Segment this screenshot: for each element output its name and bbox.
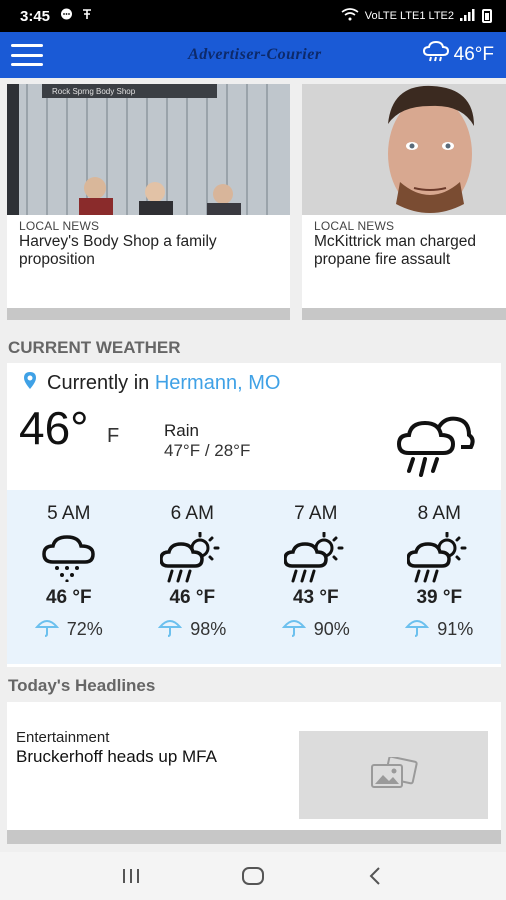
network-indicators: VoLTE LTE1 LTE2 <box>364 10 454 22</box>
current-temp: 46° <box>19 402 89 454</box>
location-line[interactable]: Currently in Hermann, MO <box>23 371 280 396</box>
headline-title[interactable]: Bruckerhoff heads up MFA <box>16 747 217 767</box>
sun-rain-cloud-icon <box>131 529 255 587</box>
location-city-link[interactable]: Hermann, MO <box>155 372 281 394</box>
hourly-forecast[interactable]: 5 AM 46 °F 72% 6 AM 46 °F 98% 7 AM 43 °F… <box>7 490 501 664</box>
headline-card[interactable]: Entertainment Bruckerhoff heads up MFA <box>7 702 501 830</box>
hour-time: 7 AM <box>294 503 338 524</box>
location-pin-icon <box>23 371 37 396</box>
currently-in-label: Currently in <box>47 372 150 394</box>
recent-apps-button[interactable] <box>111 856 151 896</box>
umbrella-icon <box>281 617 306 642</box>
story-card[interactable]: LOCAL NEWS McKittrick man charged propan… <box>302 84 506 320</box>
hour-temp: 46 °F <box>169 587 216 608</box>
image-placeholder-icon <box>369 755 419 794</box>
menu-icon[interactable] <box>11 44 43 66</box>
current-temp-unit: F <box>107 425 120 447</box>
hourly-item[interactable]: 6 AM 46 °F 98% <box>131 490 255 664</box>
headline-footer-bar <box>7 830 501 844</box>
status-time: 3:45 <box>20 7 51 25</box>
cloud-rain-icon <box>422 40 449 69</box>
app-bar: Advertiser-Courier 46°F <box>0 32 506 78</box>
weather-card[interactable]: Currently in Hermann, MO 46° F Rain 47°F… <box>7 363 501 667</box>
current-condition: Rain 47°F / 28°F <box>164 421 250 461</box>
hour-time: 5 AM <box>47 503 91 524</box>
story-title[interactable]: Harvey's Body Shop a family <box>19 233 278 251</box>
battery-icon <box>482 9 492 23</box>
shop-sign-text: Rock Sprng Body Shop <box>52 87 136 96</box>
top-stories-carousel[interactable]: Rock Sprng Body Shop LOCAL NEWS Harvey's… <box>0 84 506 320</box>
sun-rain-cloud-icon <box>254 529 378 587</box>
hour-time: 8 AM <box>417 503 461 524</box>
story-footer-bar <box>302 308 506 320</box>
rain-cloud-icon <box>7 529 131 587</box>
story-category: LOCAL NEWS <box>19 219 100 233</box>
chat-icon <box>60 8 73 24</box>
app-bar-temp: 46°F <box>453 44 494 65</box>
system-nav-bar <box>0 852 506 900</box>
story-category: LOCAL NEWS <box>314 219 395 233</box>
hi-lo-temp: 47°F / 28°F <box>164 441 251 460</box>
story-title-cont[interactable]: proposition <box>19 251 278 269</box>
headline-category: Entertainment <box>16 729 110 746</box>
sun-rain-cloud-icon <box>378 529 502 587</box>
back-button[interactable] <box>355 856 395 896</box>
hour-precip: 91% <box>378 617 502 642</box>
hourly-item[interactable]: 7 AM 43 °F 90% <box>254 490 378 664</box>
hour-temp: 39 °F <box>416 587 463 608</box>
signal-icon <box>460 8 476 24</box>
story-title-cont[interactable]: propane fire assault <box>314 251 506 269</box>
current-weather-heading: CURRENT WEATHER <box>8 338 181 357</box>
story-card[interactable]: Rock Sprng Body Shop LOCAL NEWS Harvey's… <box>7 84 290 320</box>
hourly-item[interactable]: 5 AM 46 °F 72% <box>7 490 131 664</box>
status-bar: 3:45 VoLTE LTE1 LTE2 <box>0 0 506 32</box>
headlines-heading: Today's Headlines <box>8 676 156 695</box>
condition-text: Rain <box>164 421 199 440</box>
masthead-logo[interactable]: Advertiser-Courier <box>43 46 423 64</box>
image-placeholder <box>299 731 488 819</box>
umbrella-icon <box>405 617 430 642</box>
hour-temp: 46 °F <box>45 587 92 608</box>
home-button[interactable] <box>233 856 273 896</box>
story-image: Rock Sprng Body Shop <box>7 84 290 215</box>
story-image <box>302 84 506 215</box>
story-title[interactable]: McKittrick man charged <box>314 233 506 251</box>
story-footer-bar <box>7 308 290 320</box>
nav-icon <box>81 8 93 24</box>
hour-precip: 90% <box>254 617 378 642</box>
hour-precip: 72% <box>7 617 131 642</box>
hour-time: 6 AM <box>170 503 214 524</box>
hour-precip: 98% <box>131 617 255 642</box>
hourly-item[interactable]: 8 AM 39 °F 91% <box>378 490 502 664</box>
app-bar-weather[interactable]: 46°F <box>422 40 494 69</box>
rain-clouds-icon <box>395 413 475 482</box>
wifi-icon <box>341 8 359 24</box>
hour-temp: 43 °F <box>292 587 339 608</box>
umbrella-icon <box>158 617 183 642</box>
umbrella-icon <box>34 617 59 642</box>
